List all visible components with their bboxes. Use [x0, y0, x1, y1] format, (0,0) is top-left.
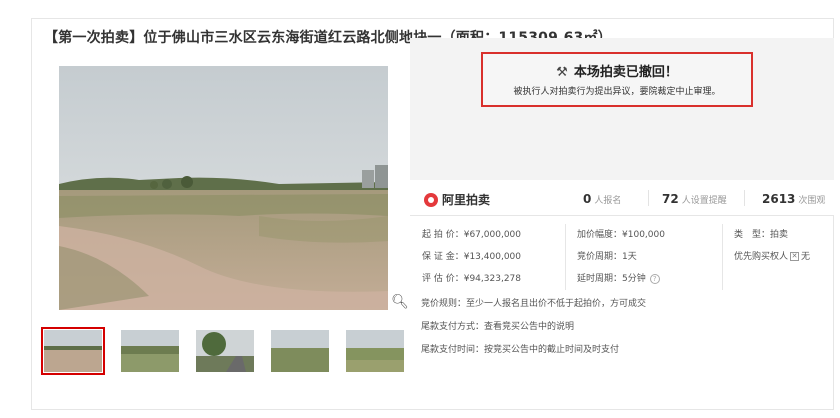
brand-name: 阿里拍卖: [442, 193, 491, 207]
zoom-icon[interactable]: 🔍︎: [390, 292, 410, 312]
stats-bar: 阿里拍卖 0 人报名 72 人设置提醒 2613 次围观: [410, 180, 834, 216]
auction-type: 类 型：拍卖: [734, 230, 789, 240]
payment-time: 尾款支付时间：按竞买公告中的截止时间及时支付: [421, 345, 620, 355]
thumbnail-4[interactable]: [271, 330, 329, 372]
gavel-icon: ⚒︎: [556, 65, 568, 80]
deposit: 保 证 金：¥13,400,000: [422, 252, 521, 262]
payment-method: 尾款支付方式：查看竞买公告中的说明: [421, 322, 575, 332]
bid-increment: 加价幅度：¥100,000: [577, 230, 665, 240]
thumbnail-strip: [41, 326, 411, 375]
thumbnail-1[interactable]: [41, 327, 105, 375]
stat-views: 2613 次围观: [762, 192, 826, 206]
thumbnail-2[interactable]: [121, 330, 179, 372]
help-icon[interactable]: ?: [649, 273, 660, 284]
brand-logo-icon: [424, 192, 438, 207]
starting-price: 起 拍 价：¥67,000,000: [422, 230, 521, 240]
thumbnail-3[interactable]: [196, 330, 254, 372]
brand[interactable]: 阿里拍卖: [424, 191, 490, 208]
notice-description: 被执行人对拍卖行为提出异议，要院裁定中止审理。: [513, 87, 721, 97]
bid-period: 竞价周期：1天: [577, 252, 637, 262]
land-photo: [59, 66, 388, 310]
appraisal-price: 评 估 价：¥94,323,278: [422, 274, 521, 284]
bid-rule: 竞价规则：至少一人报名且出价不低于起拍价，方可成交: [421, 299, 647, 309]
delay-period: 延时周期：5分钟?: [577, 271, 660, 284]
thumbnail-5[interactable]: [346, 330, 404, 372]
main-photo[interactable]: [59, 66, 388, 310]
cross-icon: ✕: [790, 252, 800, 261]
withdrawn-notice: ⚒︎ 本场拍卖已撤回！ 被执行人对拍卖行为提出异议，要院裁定中止审理。: [481, 52, 753, 107]
stat-signups: 0 人报名: [583, 192, 622, 206]
notice-title: 本场拍卖已撤回！: [573, 65, 678, 80]
priority-buyer: 优先购买权人 ✕ 无: [734, 252, 811, 262]
stat-reminders: 72 人设置提醒: [662, 192, 727, 206]
